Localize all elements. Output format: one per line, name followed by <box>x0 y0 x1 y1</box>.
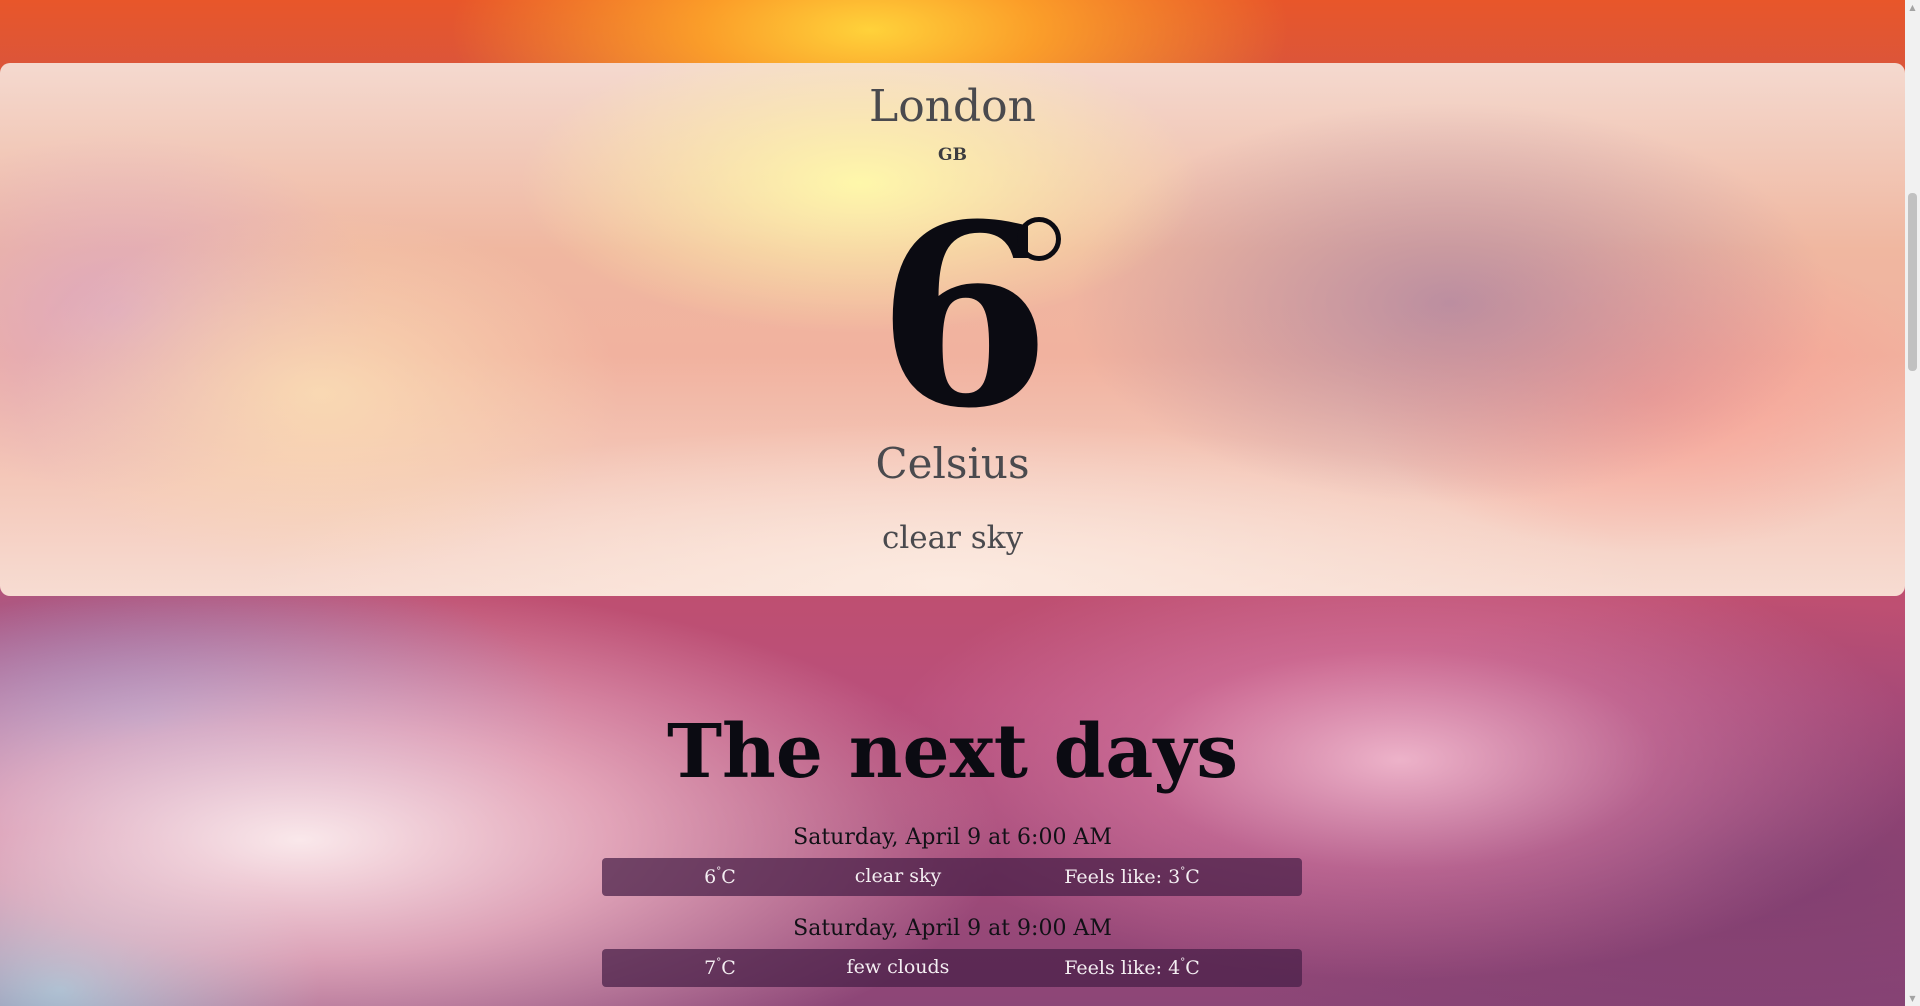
forecast-row: 6°C clear sky Feels like: 3°C <box>602 858 1302 896</box>
forecast-temperature: 7°C <box>602 958 838 978</box>
scrollbar-thumb[interactable] <box>1908 193 1917 371</box>
forecast-temp-value: 6 <box>704 866 717 888</box>
scroll-down-icon[interactable]: ▼ <box>1905 991 1920 1006</box>
temperature-unit: Celsius <box>875 439 1030 488</box>
forecast-description: few clouds <box>846 956 950 978</box>
feels-like-label: Feels like: <box>1064 957 1169 979</box>
feels-like-unit: C <box>1185 866 1200 888</box>
forecast-date: Saturday, April 9 at 6:00 AM <box>793 825 1112 850</box>
feels-like-value: 3 <box>1168 866 1181 888</box>
feels-like-unit: C <box>1185 957 1200 979</box>
forecast-date: Saturday, April 9 at 9:00 AM <box>793 916 1112 941</box>
city-name: London <box>868 81 1037 132</box>
feels-like-value: 4 <box>1168 957 1181 979</box>
scroll-up-icon[interactable]: ▲ <box>1905 0 1920 15</box>
current-weather-panel: London GB 6 Celsius clear sky <box>0 63 1905 596</box>
forecast-temp-unit: C <box>721 957 736 979</box>
forecast-temp-value: 7 <box>704 957 717 979</box>
forecast-row: 7°C few clouds Feels like: 4°C <box>602 949 1302 987</box>
country-code: GB <box>938 145 967 165</box>
degree-icon <box>1017 217 1061 261</box>
vertical-scrollbar[interactable]: ▲ ▼ <box>1905 0 1920 1006</box>
forecast-feels-like: Feels like: 4°C <box>1032 958 1232 978</box>
forecast-feels-like: Feels like: 3°C <box>1032 867 1232 887</box>
next-days-heading: The next days <box>666 709 1238 795</box>
forecast-description: clear sky <box>854 865 942 887</box>
forecast-temperature: 6°C <box>602 867 838 887</box>
weather-description: clear sky <box>882 520 1023 556</box>
feels-like-label: Feels like: <box>1064 866 1169 888</box>
forecast-temp-unit: C <box>721 866 736 888</box>
current-temperature-display: 6 <box>0 191 1905 441</box>
